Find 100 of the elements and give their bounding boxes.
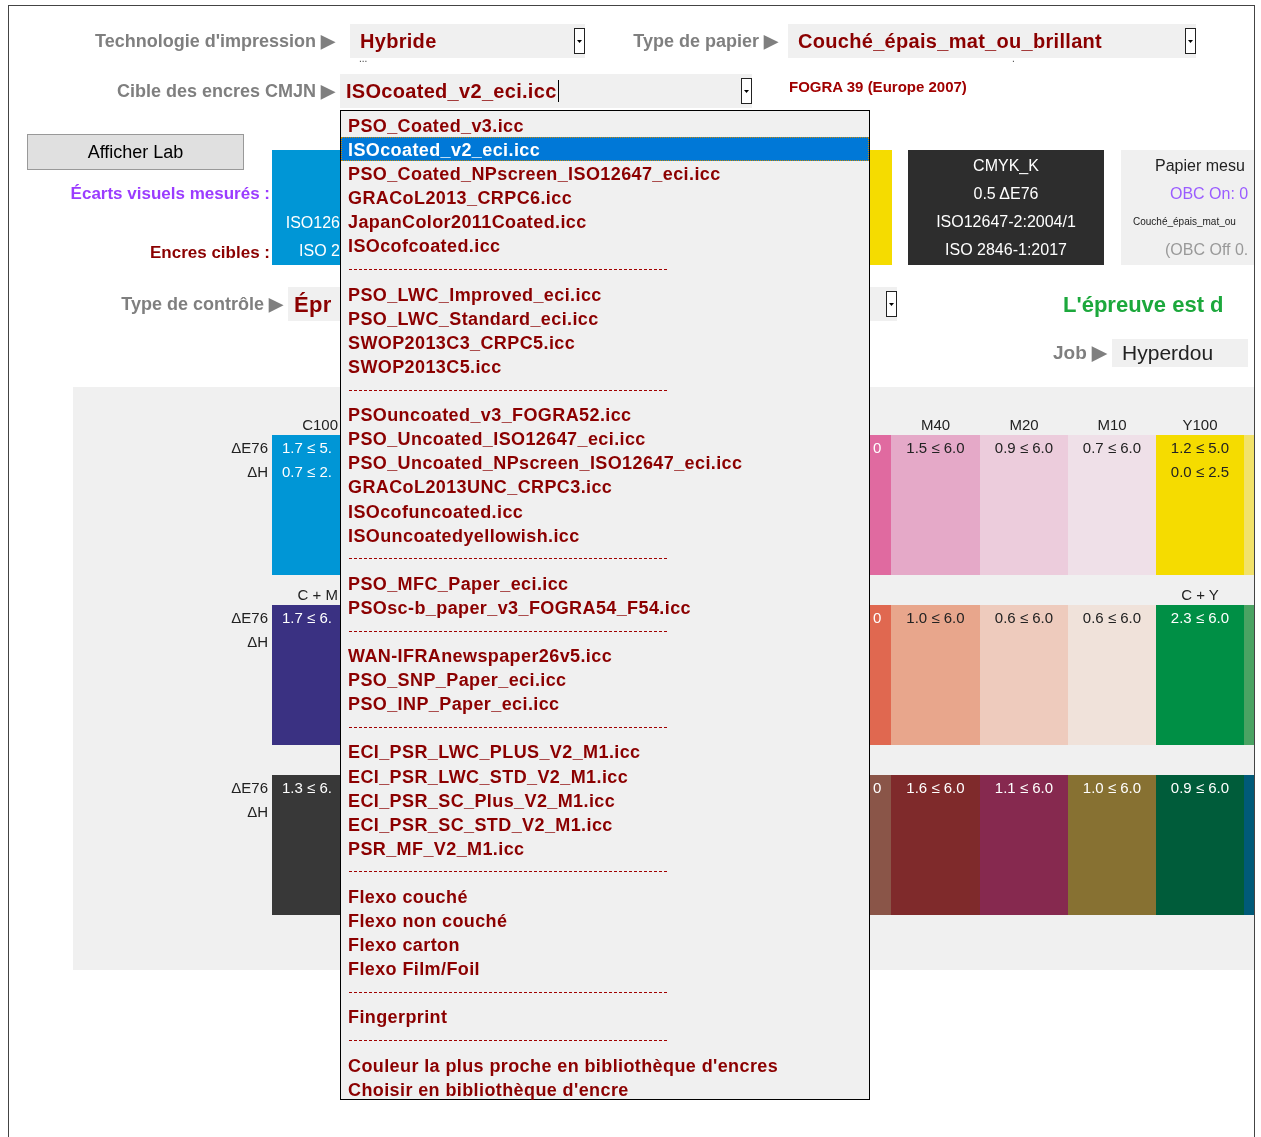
delta-value: 0 [873, 778, 882, 798]
dropdown-option[interactable]: Fingerprint [341, 1004, 869, 1029]
dropdown-arrow-button[interactable] [574, 28, 585, 54]
panel-text: OBC On: 0 [1169, 183, 1250, 204]
panel-text: Couché_épais_mat_ou [1132, 214, 1237, 229]
dropdown-option[interactable]: ISOcoated_v2_eci.icc [341, 137, 869, 162]
caret-icon [889, 302, 894, 306]
dropdown-option[interactable]: PSO_LWC_Standard_eci.icc [341, 305, 869, 330]
caret-icon [744, 89, 749, 93]
delta-value: 0.6 ≤ 6.0 [994, 608, 1054, 628]
column-header: C + Y [1180, 585, 1220, 605]
dropdown-option[interactable]: Choisir en bibliothèque d'encre [341, 1076, 869, 1101]
delta-value: 1.5 ≤ 6.0 [906, 438, 965, 458]
dropdown-option[interactable]: PSO_Uncoated_ISO12647_eci.icc [341, 426, 869, 451]
delta-value: 1.7 ≤ 6. [282, 608, 332, 628]
dropdown-option[interactable]: Flexo couché [341, 884, 869, 909]
dropdown-option[interactable]: GRACoL2013UNC_CRPC3.icc [341, 474, 869, 499]
dropdown-option[interactable]: PSO_INP_Paper_eci.icc [341, 691, 869, 716]
dropdown-option[interactable]: ISOcofcoated.icc [341, 233, 869, 258]
dropdown-option[interactable]: ECI_PSR_LWC_STD_V2_M1.icc [341, 763, 869, 788]
dropdown-option[interactable]: JapanColor2011Coated.icc [341, 209, 869, 234]
dropdown-option[interactable]: GRACoL2013_CRPC6.icc [341, 185, 869, 210]
dropdown-option[interactable]: Couleur la plus proche en bibliothèque d'encres [341, 1052, 869, 1077]
panel-text: (OBC Off 0. [1164, 239, 1250, 260]
dropdown-option[interactable]: SWOP2013C5.icc [341, 353, 869, 379]
delta-value: 1.2 ≤ 5.0 [1170, 438, 1230, 458]
dropdown-option[interactable]: PSR_MF_V2_M1.icc [341, 835, 869, 860]
dropdown-option[interactable]: PSO_Coated_v3.icc [341, 113, 869, 138]
dropdown-option[interactable]: Flexo Film/Foil [341, 956, 869, 981]
field-label: Cible des encres CMJN ▶ [115, 79, 335, 103]
swatch-text: ISO 2 [299, 241, 340, 261]
dropdown-arrow-button[interactable] [1185, 28, 1196, 54]
panel-text: Papier mesu [1154, 155, 1246, 176]
profile-note: FOGRA 39 (Europe 2007) [789, 77, 967, 97]
dropdown-option[interactable]: Flexo carton [341, 932, 869, 957]
field-label: Technologie d'impression ▶ [94, 29, 335, 53]
dropdown-option[interactable]: ECI_PSR_LWC_PLUS_V2_M1.icc [341, 739, 869, 764]
row-label: ΔE76 [231, 778, 268, 798]
dropdown-arrow-button[interactable] [886, 291, 897, 317]
swatch-text: ISO12647-2:2004/1 [936, 211, 1076, 232]
swatch-text: 0.5 ΔE76 [973, 183, 1039, 204]
row-label: ΔE76 [231, 438, 268, 458]
swatch-text: CMYK_K [973, 155, 1039, 176]
field-label: Type de contrôle ▶ [120, 292, 283, 316]
column-header: M40 [919, 415, 952, 435]
dropdown-option[interactable]: PSO_MFC_Paper_eci.icc [341, 570, 869, 595]
dropdown-option[interactable]: ISOuncoatedyellowish.icc [341, 522, 869, 547]
dropdown-option[interactable]: ECI_PSR_SC_STD_V2_M1.icc [341, 811, 869, 836]
field-label: Job ▶ [1053, 340, 1108, 365]
show-lab-button[interactable]: Afficher Lab [27, 134, 244, 170]
dropdown-option[interactable]: ISOcofuncoated.icc [341, 498, 869, 523]
row-label: ΔE76 [231, 608, 268, 628]
dropdown-option[interactable]: SWOP2013C3_CRPC5.icc [341, 329, 869, 354]
dropdown-arrow-button[interactable] [741, 78, 752, 104]
delta-value: 0.6 ≤ 6.0 [1082, 608, 1142, 628]
delta-value: 0 [873, 438, 882, 458]
dropdown-option[interactable]: PSO_Uncoated_NPscreen_ISO12647_eci.icc [341, 450, 869, 475]
delta-value: 1.1 ≤ 6.0 [994, 778, 1054, 798]
delta-value: 1.7 ≤ 5. [282, 438, 332, 458]
column-header: C100 [301, 415, 339, 435]
dropdown-field[interactable]: Couché_épais_mat_ou_brillant [788, 24, 1196, 58]
dropdown-option[interactable]: PSOsc-b_paper_v3_FOGRA54_F54.icc [341, 594, 869, 619]
status-text: L'épreuve est d [1063, 290, 1224, 319]
delta-value: 1.3 ≤ 6. [282, 778, 332, 798]
field-label: Type de papier ▶ [632, 29, 778, 53]
dropdown-option[interactable]: Flexo non couché [341, 908, 869, 933]
delta-value: 1.0 ≤ 6.0 [906, 608, 965, 628]
dropdown-field[interactable]: Hybride [350, 24, 585, 58]
swatch-text: ISO 2846-1:2017 [945, 239, 1067, 260]
row-label: Encres cibles : [149, 241, 271, 264]
dropdown-option[interactable]: ECI_PSR_SC_Plus_V2_M1.icc [341, 787, 869, 812]
dropdown-value: Couché_épais_mat_ou_brillant [797, 29, 1103, 54]
combo-value: ISOcoated_v2_eci.icc [345, 79, 557, 104]
caret-icon [1188, 39, 1193, 43]
dropdown-option[interactable]: PSO_SNP_Paper_eci.icc [341, 667, 869, 692]
column-header: M10 [1096, 415, 1128, 435]
dropdown-option[interactable]: WAN-IFRAnewspaper26v5.icc [341, 643, 869, 668]
column-header: Y100 [1181, 415, 1219, 435]
dropdown-option[interactable]: PSO_Coated_NPscreen_ISO12647_eci.icc [341, 161, 869, 186]
row-label: Écarts visuels mesurés : [69, 183, 271, 205]
delta-value: 0.0 ≤ 2.5 [1170, 462, 1230, 482]
ellipsis-mark: . [1012, 54, 1015, 64]
row-label: ΔH [247, 462, 268, 482]
combo-field[interactable]: ISOcoated_v2_eci.icc [340, 74, 752, 108]
dropdown-value: Hybride [359, 29, 437, 54]
delta-value: 0.7 ≤ 2. [282, 462, 332, 482]
delta-value: 1.6 ≤ 6.0 [906, 778, 965, 798]
dropdown-option[interactable]: PSOuncoated_v3_FOGRA52.icc [341, 402, 869, 427]
row-label: ΔH [247, 802, 268, 822]
dropdown-option[interactable]: PSO_LWC_Improved_eci.icc [341, 281, 869, 306]
job-field[interactable]: Hyperdou [1112, 339, 1249, 367]
dropdown-value: Épr [293, 290, 332, 319]
caret-icon [577, 39, 582, 43]
row-label: ΔH [247, 632, 268, 652]
swatch-text: ISO126 [285, 213, 340, 233]
delta-value: 0 [873, 608, 882, 628]
delta-value: 0.9 ≤ 6.0 [1170, 778, 1230, 798]
column-header: M20 [1008, 415, 1040, 435]
text-cursor [557, 80, 559, 102]
delta-value: 0.7 ≤ 6.0 [1082, 438, 1142, 458]
